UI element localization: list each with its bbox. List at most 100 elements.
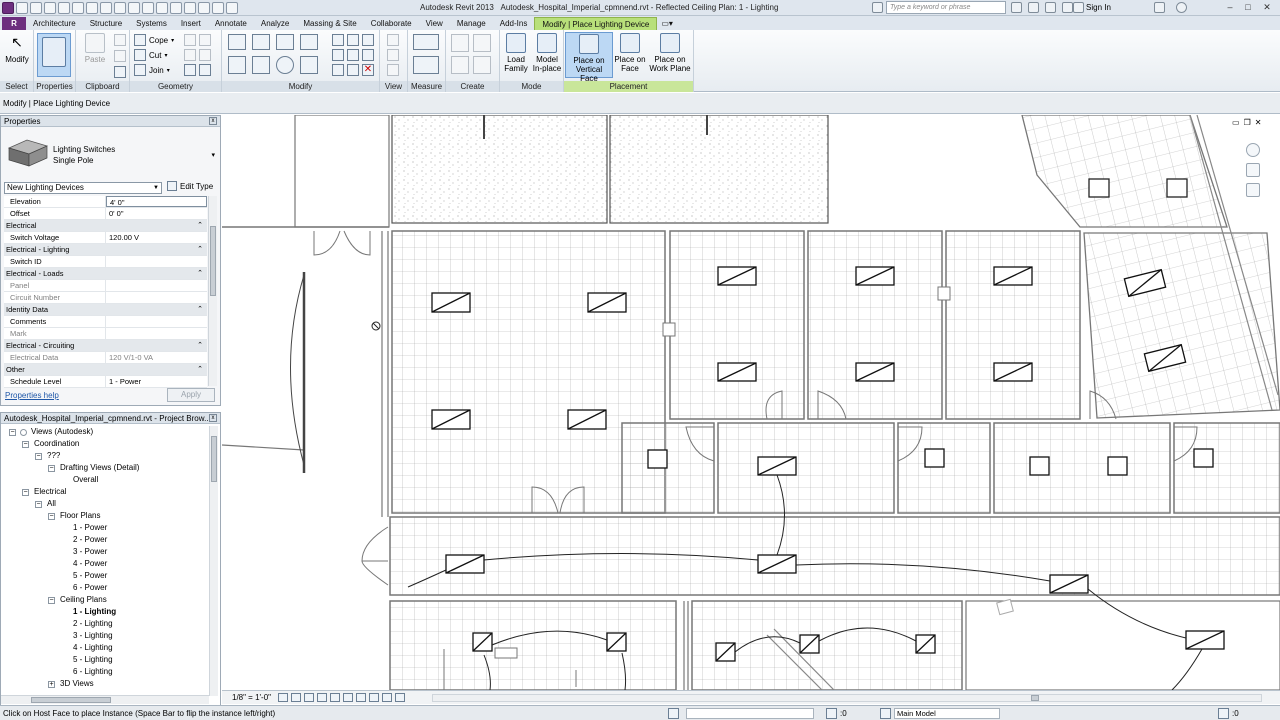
drawing-area[interactable] — [222, 115, 1280, 690]
property-row[interactable]: Comments — [4, 316, 207, 328]
tab-architecture[interactable]: Architecture — [26, 17, 83, 30]
pin-icon[interactable] — [362, 34, 374, 46]
array-icon[interactable] — [332, 49, 344, 61]
hammer-icon[interactable] — [199, 64, 211, 76]
property-row[interactable]: Panel — [4, 280, 207, 292]
property-value[interactable]: 0' 0" — [106, 208, 207, 219]
scroll-thumb[interactable] — [31, 697, 111, 703]
collapse-icon[interactable]: − — [48, 597, 55, 604]
properties-scrollbar[interactable] — [208, 196, 217, 386]
close-button[interactable]: ✕ — [1259, 1, 1275, 14]
property-row[interactable]: Schedule Level 1 - Power — [4, 376, 207, 388]
maximize-button[interactable]: □ — [1240, 1, 1256, 14]
tab-analyze[interactable]: Analyze — [254, 17, 296, 30]
tree-node[interactable]: 1 - Lighting — [1, 606, 209, 618]
sun-path-icon[interactable] — [304, 693, 314, 702]
tree-node[interactable]: 2 - Power — [1, 534, 209, 546]
cut-button[interactable]: Cut ▾ — [134, 49, 167, 61]
expand-icon[interactable]: + — [48, 681, 55, 688]
tree-node[interactable]: − Floor Plans — [1, 510, 209, 522]
property-group-header[interactable]: Electrical - Circuiting — [4, 340, 207, 352]
property-row[interactable]: Switch Voltage 120.00 V — [4, 232, 207, 244]
app-logo-icon[interactable] — [2, 2, 14, 14]
tree-node[interactable]: − Coordination — [1, 438, 209, 450]
browser-scrollbar[interactable] — [209, 426, 218, 696]
copy-icon[interactable] — [114, 50, 126, 62]
tree-node[interactable]: − Views (Autodesk) — [1, 426, 209, 438]
tree-node[interactable]: −??? — [1, 450, 209, 462]
mirror-axis-icon[interactable] — [276, 34, 294, 50]
unpin-icon[interactable] — [362, 49, 374, 61]
rotate-icon[interactable] — [276, 56, 294, 74]
type-preview-image[interactable] — [5, 132, 49, 172]
subscription-icon[interactable] — [1028, 2, 1039, 13]
visual-style-icon[interactable] — [291, 693, 301, 702]
delete-icon[interactable]: ✕ — [362, 64, 374, 76]
crop-view-icon[interactable] — [330, 693, 340, 702]
filter-icon[interactable] — [1218, 708, 1229, 719]
property-group-header[interactable]: Electrical - Lighting — [4, 244, 207, 256]
edit-type-button[interactable]: Edit Type — [167, 181, 213, 191]
property-group-header[interactable]: Identity Data — [4, 304, 207, 316]
trim-icon[interactable] — [300, 56, 318, 74]
tree-node[interactable]: 3 - Lighting — [1, 630, 209, 642]
property-group-header[interactable]: Electrical - Loads — [4, 268, 207, 280]
scale-icon[interactable] — [347, 49, 359, 61]
application-menu-button[interactable]: R — [2, 17, 26, 30]
tab-view[interactable]: View — [419, 17, 450, 30]
properties-help-link[interactable]: Properties help — [5, 391, 59, 400]
split-icon[interactable] — [332, 34, 344, 46]
close-browser-icon[interactable]: x — [209, 414, 217, 422]
search-input[interactable]: Type a keyword or phrase — [886, 1, 1006, 14]
tab-structure[interactable]: Structure — [83, 17, 129, 30]
ribbon-minimize-icon[interactable]: ▭▾ — [657, 17, 677, 30]
tree-node[interactable]: 2 - Lighting — [1, 618, 209, 630]
offset-icon[interactable] — [252, 34, 270, 50]
property-value[interactable] — [106, 256, 207, 267]
tree-node[interactable]: 5 - Power — [1, 570, 209, 582]
unjoin-icon[interactable] — [184, 64, 196, 76]
property-group-header[interactable]: Electrical — [4, 220, 207, 232]
aligned-dimension-icon[interactable] — [413, 56, 439, 74]
linework-icon[interactable] — [387, 64, 399, 76]
tree-node[interactable]: +3D Views — [1, 678, 209, 690]
join-button[interactable]: Join ▾ — [134, 64, 170, 76]
switch-windows-icon[interactable] — [212, 2, 224, 14]
tree-node[interactable]: − Ceiling Plans — [1, 594, 209, 606]
exchange-icon[interactable] — [1154, 2, 1165, 13]
override-graphics-icon[interactable] — [387, 34, 399, 46]
close-palette-icon[interactable]: x — [209, 117, 217, 125]
view-restore-icon[interactable]: ❐ — [1244, 118, 1251, 127]
move-icon[interactable] — [228, 56, 246, 74]
temporary-hide-icon[interactable] — [356, 693, 366, 702]
worksets-icon[interactable] — [668, 708, 679, 719]
align-icon[interactable] — [228, 34, 246, 50]
design-option-select[interactable]: Main Model — [894, 708, 1000, 719]
tree-node[interactable]: 6 - Lighting — [1, 666, 209, 678]
collapse-icon[interactable]: − — [35, 453, 42, 460]
property-group-header[interactable]: Other — [4, 364, 207, 376]
property-row[interactable]: Switch ID — [4, 256, 207, 268]
reveal-hidden-icon[interactable] — [369, 693, 379, 702]
binoculars-icon[interactable] — [1011, 2, 1022, 13]
view-hscrollbar[interactable] — [432, 694, 1262, 702]
tree-node[interactable]: 4 - Lighting — [1, 642, 209, 654]
model-in-place-button[interactable]: Model In-place — [531, 32, 563, 78]
tab-add-ins[interactable]: Add-Ins — [493, 17, 535, 30]
scroll-thumb[interactable] — [211, 436, 217, 482]
tree-node[interactable]: − Drafting Views (Detail) — [1, 462, 209, 474]
ceiling-plan-drawing[interactable] — [222, 115, 1280, 690]
instance-filter-select[interactable]: New Lighting Devices ▼ — [4, 182, 162, 194]
type-selector[interactable]: Lighting Switches Single Pole — [53, 144, 115, 166]
hide-element-icon[interactable] — [387, 49, 399, 61]
cut-clipboard-icon[interactable] — [114, 34, 126, 46]
create-group-icon[interactable] — [451, 56, 469, 74]
type-selector-dropdown-icon[interactable]: ▾ — [211, 151, 215, 159]
minimize-button[interactable]: – — [1222, 1, 1238, 14]
design-options-icon[interactable] — [880, 708, 891, 719]
match-properties-icon[interactable] — [114, 66, 126, 78]
sync-icon[interactable] — [44, 2, 56, 14]
steering-wheel-icon[interactable] — [1246, 143, 1260, 157]
tag-icon[interactable] — [128, 2, 140, 14]
view-close-icon[interactable]: ✕ — [1255, 118, 1262, 127]
